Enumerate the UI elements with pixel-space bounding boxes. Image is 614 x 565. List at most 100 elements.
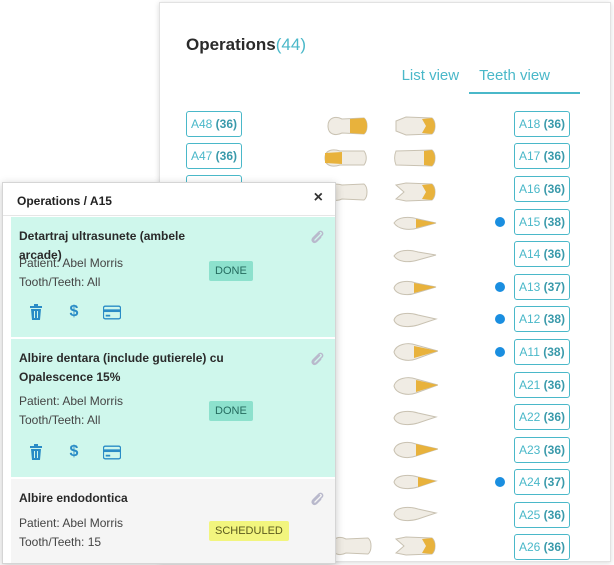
dollar-icon[interactable]: $	[65, 443, 83, 461]
tooth-label: A15	[518, 215, 541, 229]
status-dot-a15	[495, 217, 505, 227]
tooth-icon	[395, 116, 436, 136]
tooth-icon	[393, 506, 438, 522]
tooth-label: A47	[190, 149, 213, 163]
tooth-button-a47[interactable]: A47 (36)	[186, 143, 242, 169]
tooth-count: (36)	[543, 378, 566, 392]
tooth-icon	[394, 182, 436, 202]
tooth-label: A23	[518, 443, 541, 457]
tab-teeth-view[interactable]: Teeth view	[469, 65, 580, 94]
trash-icon[interactable]	[27, 303, 45, 321]
operation-teeth: Tooth/Teeth: All	[19, 275, 101, 289]
tooth-button-a14[interactable]: A14 (36)	[514, 241, 570, 267]
tooth-count: (36)	[543, 117, 566, 131]
tooth-icon	[393, 249, 437, 263]
tooth-button-a18[interactable]: A18 (36)	[514, 111, 570, 137]
status-dot-a12	[495, 314, 505, 324]
tooth-count: (36)	[543, 247, 566, 261]
tab-list-view[interactable]: List view	[392, 65, 470, 94]
paperclip-icon[interactable]	[309, 229, 325, 252]
paperclip-icon[interactable]	[309, 351, 325, 374]
tooth-icon	[393, 312, 438, 328]
tooth-count: (36)	[215, 117, 238, 131]
paperclip-icon[interactable]	[309, 491, 325, 514]
tooth-label: A13	[518, 280, 541, 294]
page-title: Operations(44)	[186, 35, 306, 55]
operation-list: Detartraj ultrasunete (ambele arcade) Pa…	[11, 217, 335, 563]
tooth-label: A22	[518, 410, 541, 424]
operation-actions: $	[27, 443, 121, 461]
tooth-button-a26[interactable]: A26 (36)	[514, 534, 570, 560]
tooth-label: A12	[518, 312, 541, 326]
operations-count: (44)	[275, 35, 306, 54]
tooth-button-a23[interactable]: A23 (36)	[514, 437, 570, 463]
tooth-label: A16	[518, 182, 541, 196]
tooth-icon	[393, 343, 438, 361]
status-badge: DONE	[209, 261, 253, 281]
tooth-button-a22[interactable]: A22 (36)	[514, 404, 570, 430]
operation-patient: Patient: Abel Morris	[19, 256, 124, 270]
tooth-button-a11[interactable]: A11 (38)	[514, 339, 570, 365]
tooth-count: (37)	[543, 475, 566, 489]
status-dot-a24	[495, 477, 505, 487]
status-dot-a13	[495, 282, 505, 292]
operation-item[interactable]: Albire endodontica Patient: Abel Morris …	[11, 479, 335, 563]
tooth-count: (36)	[543, 149, 566, 163]
tooth-count: (36)	[543, 410, 566, 424]
tooth-button-a12[interactable]: A12 (38)	[514, 306, 570, 332]
tooth-button-a13[interactable]: A13 (37)	[514, 274, 570, 300]
tooth-count: (36)	[215, 149, 238, 163]
close-icon[interactable]: ×	[314, 189, 323, 207]
tooth-count: (36)	[543, 540, 566, 554]
tooth-icon	[393, 216, 437, 230]
tooth-button-a24[interactable]: A24 (37)	[514, 469, 570, 495]
tooth-label: A11	[519, 345, 540, 359]
tooth-count: (36)	[543, 443, 566, 457]
operations-title: Operations	[186, 35, 276, 54]
operation-name: Albire endodontica	[19, 491, 128, 505]
tooth-icon	[324, 149, 367, 167]
tooth-count: (38)	[543, 312, 566, 326]
operations-popup: Operations / A15 × Detartraj ultrasunete…	[2, 182, 336, 564]
operation-patient: Patient: Abel Morris	[19, 516, 124, 530]
operation-teeth: Tooth/Teeth: All	[19, 413, 101, 427]
operation-patient: Patient: Abel Morris	[19, 394, 124, 408]
tooth-icon	[327, 117, 368, 135]
operation-item[interactable]: Albire dentara (include gutierele) cu Op…	[11, 339, 335, 479]
tooth-count: (37)	[543, 280, 566, 294]
tooth-label: A14	[518, 247, 541, 261]
popup-header: Operations / A15 ×	[3, 183, 335, 216]
tooth-icon	[393, 441, 438, 459]
tooth-button-a17[interactable]: A17 (36)	[514, 143, 570, 169]
view-tabs: List view Teeth view	[392, 65, 580, 94]
tooth-count: (38)	[543, 215, 566, 229]
operation-name: Albire dentara (include gutierele) cu Op…	[19, 351, 224, 384]
tooth-label: A25	[518, 508, 541, 522]
dollar-icon[interactable]: $	[65, 303, 83, 321]
status-badge: DONE	[209, 401, 253, 421]
popup-title: Operations / A15	[17, 194, 112, 208]
tooth-label: A24	[518, 475, 541, 489]
tooth-button-a15[interactable]: A15 (38)	[514, 209, 570, 235]
tooth-label: A21	[518, 378, 541, 392]
tooth-label: A48	[190, 117, 213, 131]
operation-teeth: Tooth/Teeth: 15	[19, 535, 102, 549]
credit-card-icon[interactable]	[103, 443, 121, 461]
credit-card-icon[interactable]	[103, 303, 121, 321]
tooth-icon	[394, 536, 436, 556]
tooth-button-a21[interactable]: A21 (36)	[514, 372, 570, 398]
tooth-button-a16[interactable]: A16 (36)	[514, 176, 570, 202]
operation-actions: $	[27, 303, 121, 321]
tooth-icon	[393, 474, 438, 490]
tooth-label: A17	[518, 149, 541, 163]
trash-icon[interactable]	[27, 443, 45, 461]
tooth-label: A18	[518, 117, 541, 131]
tooth-icon	[394, 149, 436, 167]
operation-item[interactable]: Detartraj ultrasunete (ambele arcade) Pa…	[11, 217, 335, 339]
tooth-label: A26	[518, 540, 541, 554]
tooth-count: (36)	[543, 182, 566, 196]
tooth-button-a25[interactable]: A25 (36)	[514, 502, 570, 528]
tooth-button-a48[interactable]: A48 (36)	[186, 111, 242, 137]
tooth-count: (36)	[543, 508, 566, 522]
tooth-icon	[393, 410, 438, 426]
